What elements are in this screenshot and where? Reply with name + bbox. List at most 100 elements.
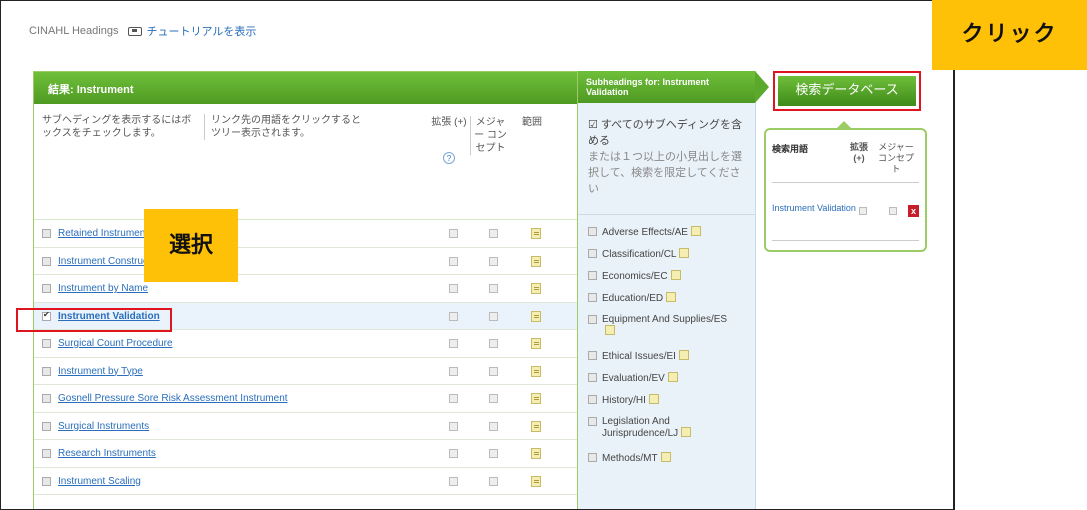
subheading-item[interactable]: History/HI (578, 389, 755, 411)
scope-note-icon[interactable] (531, 228, 541, 239)
major-concept-checkbox[interactable] (489, 339, 498, 348)
expand-checkbox[interactable] (449, 229, 458, 238)
expand-checkbox[interactable] (449, 476, 458, 486)
major-concept-checkbox[interactable] (489, 256, 498, 266)
scope-note-icon[interactable] (531, 365, 541, 377)
row-checkbox[interactable] (42, 284, 51, 293)
builder-expand-checkbox[interactable] (859, 207, 867, 215)
subheading-checkbox[interactable] (588, 417, 597, 426)
heading-link[interactable]: Research Instruments (58, 448, 156, 459)
major-concept-checkbox[interactable] (489, 476, 498, 486)
subheading-label: Classification/CL (602, 249, 677, 260)
expand-checkbox[interactable] (449, 256, 458, 266)
subheading-item[interactable]: Evaluation/EV (578, 367, 755, 389)
major-concept-checkbox[interactable] (489, 229, 498, 238)
tutorial-icon (128, 26, 143, 36)
divider (772, 240, 919, 241)
subheading-item[interactable]: Adverse Effects/AE (578, 221, 755, 243)
scope-note-icon[interactable] (666, 292, 677, 302)
subheading-checkbox[interactable] (588, 227, 597, 236)
tutorial-link[interactable]: チュートリアルを表示 (128, 23, 256, 39)
major-concept-checkbox[interactable] (489, 394, 498, 403)
scope-note-icon[interactable] (681, 427, 692, 437)
results-list: Retained Instruments Instrument Construc… (34, 220, 577, 495)
builder-term-link[interactable]: Instrument Validation (772, 202, 856, 214)
row-checkbox[interactable] (42, 394, 51, 403)
heading-link[interactable]: Gosnell Pressure Sore Risk Assessment In… (58, 393, 288, 404)
scope-note-icon[interactable] (648, 394, 659, 404)
major-concept-checkbox[interactable] (489, 366, 498, 376)
subheading-checkbox[interactable] (588, 293, 597, 302)
major-concept-checkbox[interactable] (489, 284, 498, 293)
include-all-label: すべてのサブヘディングを含める (588, 119, 742, 147)
scope-note-icon[interactable] (605, 325, 615, 335)
builder-major-checkbox[interactable] (889, 207, 897, 215)
scope-note-icon[interactable] (531, 338, 541, 349)
subheading-item[interactable]: Classification/CL (578, 243, 755, 265)
expand-checkbox[interactable] (449, 284, 458, 293)
include-all-option[interactable]: ☑ すべてのサブヘディングを含める (588, 117, 747, 149)
subheading-item[interactable]: Equipment And Supplies/ES (578, 309, 755, 345)
major-concept-checkbox[interactable] (489, 311, 498, 321)
row-checkbox[interactable] (42, 449, 51, 458)
row-checkbox[interactable] (42, 366, 51, 376)
subheading-item[interactable]: Ethical Issues/EI (578, 345, 755, 367)
heading-link[interactable]: Retained Instruments (58, 228, 153, 239)
subheading-item[interactable]: Education/ED (578, 287, 755, 309)
subheading-checkbox[interactable] (588, 271, 597, 280)
subheading-checkbox[interactable] (588, 249, 597, 258)
row-checkbox[interactable] (42, 256, 51, 266)
subheading-item[interactable]: Economics/EC (578, 265, 755, 287)
results-panel: 結果: Instrument サブヘディングを表示するにはボックスをチェックしま… (33, 71, 578, 509)
expand-checkbox[interactable] (449, 311, 458, 321)
subheadings-intro: ☑ すべてのサブヘディングを含める または１つ以上の小見出しを選択して、検索を限… (578, 103, 755, 215)
scope-note-icon[interactable] (531, 283, 541, 294)
table-row: Retained Instruments (34, 220, 577, 248)
subheadings-panel: Subheadings for: Instrument Validation ☑… (578, 71, 769, 509)
scope-note-icon[interactable] (531, 255, 541, 267)
subheading-checkbox[interactable] (588, 395, 597, 404)
scope-note-icon[interactable] (678, 350, 689, 360)
scope-note-icon[interactable] (670, 270, 681, 280)
expand-checkbox[interactable] (449, 366, 458, 376)
help-icon[interactable]: ? (443, 152, 455, 164)
expand-checkbox[interactable] (449, 449, 458, 458)
scope-note-icon[interactable] (531, 393, 541, 404)
scope-note-icon[interactable] (679, 248, 690, 258)
subheading-item[interactable]: Legislation And Jurisprudence/LJ (578, 411, 755, 447)
major-concept-checkbox[interactable] (489, 421, 498, 431)
subheading-label: Ethical Issues/EI (602, 351, 676, 362)
checkbox-hint: サブヘディングを表示するにはボックスをチェックします。 (42, 115, 192, 139)
heading-link[interactable]: Surgical Count Procedure (58, 338, 173, 349)
major-concept-column-header: メジャー コンセプト (470, 116, 510, 155)
tutorial-label: チュートリアルを表示 (146, 26, 257, 38)
click-callout: クリック (932, 0, 1087, 70)
subheading-checkbox[interactable] (588, 453, 597, 462)
delete-icon[interactable]: x (908, 205, 919, 217)
heading-link[interactable]: Instrument Scaling (58, 476, 141, 487)
row-checkbox[interactable] (42, 229, 51, 238)
heading-link[interactable]: Instrument by Type (58, 366, 143, 377)
heading-link[interactable]: Instrument by Name (58, 283, 148, 294)
scope-note-icon[interactable] (667, 372, 678, 382)
subheading-item[interactable]: Methods/MT (578, 447, 755, 469)
expand-checkbox[interactable] (449, 394, 458, 403)
row-checkbox[interactable] (42, 421, 51, 431)
heading-link[interactable]: Surgical Instruments (58, 421, 149, 432)
expand-checkbox[interactable] (449, 339, 458, 348)
row-checkbox[interactable] (42, 339, 51, 348)
subheading-checkbox[interactable] (588, 315, 597, 324)
search-database-button[interactable]: 検索データベース (778, 76, 916, 106)
scope-note-icon[interactable] (660, 452, 671, 462)
selected-row-highlight (16, 308, 172, 332)
scope-note-icon[interactable] (531, 310, 541, 322)
subheading-checkbox[interactable] (588, 373, 597, 382)
major-concept-checkbox[interactable] (489, 449, 498, 458)
scope-note-icon[interactable] (531, 475, 541, 487)
scope-note-icon[interactable] (531, 448, 541, 459)
expand-checkbox[interactable] (449, 421, 458, 431)
subheading-checkbox[interactable] (588, 351, 597, 360)
scope-note-icon[interactable] (531, 420, 541, 432)
scope-note-icon[interactable] (690, 226, 701, 236)
row-checkbox[interactable] (42, 476, 51, 486)
